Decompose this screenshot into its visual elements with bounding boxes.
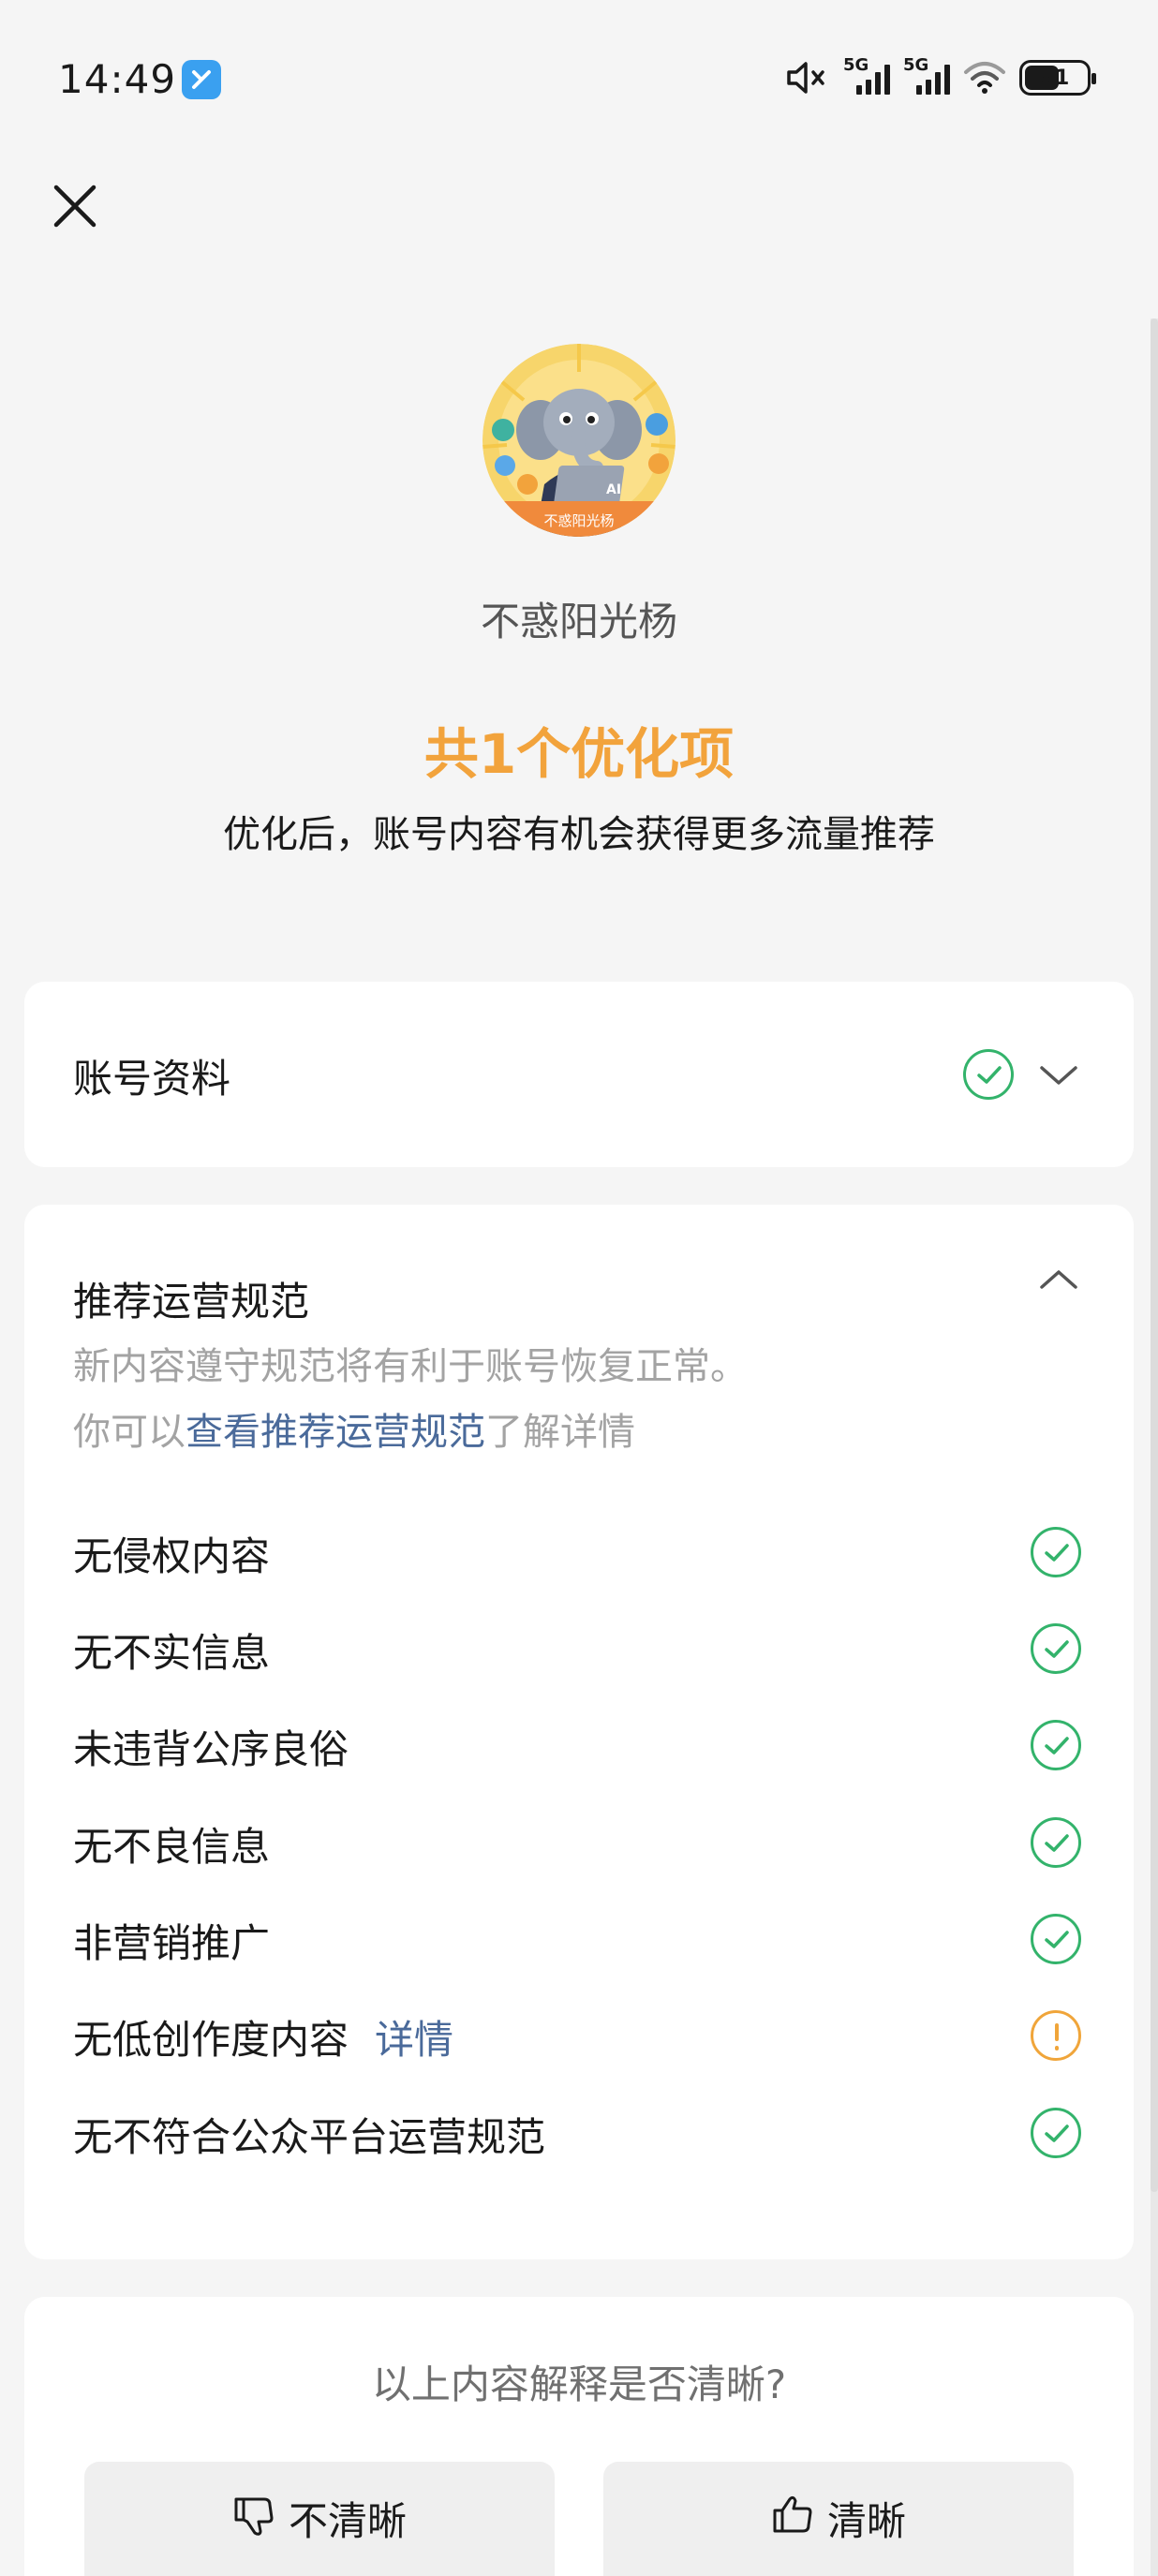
rule-item-label: 无不符合公众平台运营规范 bbox=[73, 2114, 546, 2160]
avatar-caption: 不惑阳光杨 bbox=[543, 512, 614, 529]
close-button[interactable] bbox=[49, 180, 101, 232]
thumbs-down-icon bbox=[234, 2497, 274, 2536]
rules-description-line1: 新内容遵守规范将有利于账号恢复正常。 bbox=[73, 1345, 748, 1388]
network-type-label: 5G bbox=[843, 55, 869, 75]
rules-description-suffix: 了解详情 bbox=[485, 1411, 635, 1454]
check-circle-icon bbox=[1031, 1817, 1081, 1868]
profile-card[interactable]: 账号资料 bbox=[24, 982, 1134, 1167]
check-circle-icon bbox=[963, 1049, 1014, 1100]
clear-button-label: 清晰 bbox=[826, 2498, 906, 2544]
unclear-button-label: 不清晰 bbox=[288, 2498, 407, 2544]
rule-item-warning: 无低创作度内容 详情 bbox=[73, 2008, 453, 2065]
wifi-icon bbox=[964, 62, 1005, 94]
rule-item-label: 无不实信息 bbox=[73, 1630, 271, 1676]
rule-item-label: 无侵权内容 bbox=[73, 1533, 271, 1579]
rule-item-label: 非营销推广 bbox=[73, 1920, 271, 1966]
status-time: 14:49 bbox=[58, 56, 177, 102]
signal-icon: 5G bbox=[843, 55, 890, 95]
rules-card-title: 推荐运营规范 bbox=[73, 1279, 310, 1325]
rule-item-label: 无不良信息 bbox=[73, 1824, 271, 1870]
check-circle-icon bbox=[1031, 1720, 1081, 1770]
status-bar: 14:49 5G 5G 51 bbox=[0, 0, 1158, 159]
feedback-question: 以上内容解释是否清晰? bbox=[371, 2361, 787, 2407]
view-rules-link[interactable]: 查看推荐运营规范 bbox=[186, 1411, 485, 1454]
page: 14:49 5G 5G 51 AI 不惑阳光杨 不惑阳光杨 共1个优化项 优化后… bbox=[0, 0, 1158, 2576]
profile-card-label: 账号资料 bbox=[73, 1056, 231, 1102]
feedback-card: 以上内容解释是否清晰? 不清晰 清晰 bbox=[24, 2297, 1134, 2576]
close-icon bbox=[53, 185, 96, 228]
optimization-count-title: 共1个优化项 bbox=[423, 722, 735, 786]
signal-icon: 5G bbox=[903, 55, 950, 95]
clear-button[interactable]: 清晰 bbox=[603, 2462, 1074, 2576]
optimization-subtitle: 优化后，账号内容有机会获得更多流量推荐 bbox=[223, 813, 935, 856]
unclear-button[interactable]: 不清晰 bbox=[84, 2462, 555, 2576]
check-circle-icon bbox=[1031, 1914, 1081, 1964]
rule-item-label: 无低创作度内容 bbox=[73, 2017, 349, 2063]
network-type-label: 5G bbox=[903, 55, 929, 75]
details-link[interactable]: 详情 bbox=[375, 2017, 453, 2063]
app-badge-icon bbox=[182, 60, 221, 99]
status-icons: 5G 5G 51 bbox=[785, 54, 1096, 101]
check-circle-icon bbox=[1031, 1527, 1081, 1577]
account-name: 不惑阳光杨 bbox=[480, 599, 677, 644]
battery-icon: 51 bbox=[1019, 60, 1096, 96]
chevron-up-icon[interactable] bbox=[1038, 1266, 1079, 1293]
rules-description-line2: 你可以查看推荐运营规范了解详情 bbox=[73, 1401, 635, 1456]
avatar-laptop-text: AI bbox=[606, 482, 621, 497]
rules-description-prefix: 你可以 bbox=[73, 1411, 186, 1454]
thumbs-up-icon bbox=[773, 2495, 812, 2533]
check-circle-icon bbox=[1031, 2108, 1081, 2158]
warning-circle-icon bbox=[1031, 2010, 1081, 2061]
chevron-down-icon[interactable] bbox=[1038, 1062, 1079, 1088]
rule-item-label: 未违背公序良俗 bbox=[73, 1726, 349, 1772]
mute-icon bbox=[787, 62, 824, 94]
check-circle-icon bbox=[1031, 1623, 1081, 1674]
battery-level: 51 bbox=[1040, 66, 1070, 90]
avatar: AI 不惑阳光杨 bbox=[482, 344, 676, 537]
rules-card: 推荐运营规范 新内容遵守规范将有利于账号恢复正常。 你可以查看推荐运营规范了解详… bbox=[24, 1205, 1134, 2259]
